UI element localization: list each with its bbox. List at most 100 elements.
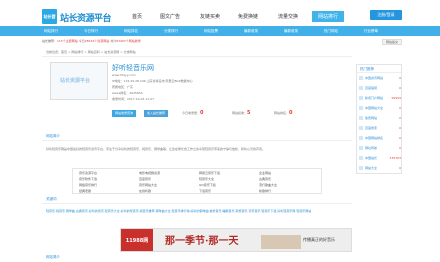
nav-free-link-exchange[interactable]: 免费换链: [238, 13, 258, 20]
logo-mark: 站长营: [42, 9, 57, 24]
sidebar-item-name: 中国站长: [365, 156, 378, 160]
notice-highlight[interactable]: 115个主题网站: [57, 39, 78, 43]
recommend-button[interactable]: 加入站长推荐: [144, 110, 169, 117]
sidebar-item-count: 0: [399, 146, 401, 150]
sidebar-title: 热门推荐: [357, 65, 401, 73]
site-icon: [359, 136, 363, 140]
site-url[interactable]: www.htqyy.com: [112, 73, 136, 77]
notice-highlight[interactable]: 28934个资源网站: [85, 39, 110, 43]
sidebar-item-name: 百度搜索: [365, 126, 378, 130]
keywords-list[interactable]: 轻音乐,纯音乐,钢琴曲,古典音乐,好听的音乐,轻音乐大全,好听的轻音乐,纯音乐推…: [46, 208, 351, 214]
stat-label: 网站排名：: [274, 111, 290, 115]
sidebar-item[interactable]: 新闻门户网站 95959: [359, 95, 401, 103]
subnav-item[interactable]: 网站排行: [44, 29, 58, 34]
thumbnail-label: 站长资源平台: [60, 78, 91, 84]
nav-traffic-exchange[interactable]: 流量交换: [278, 13, 298, 20]
sidebar-hot: 热门推荐 中国资讯网站 0 百度贴吧 0 新闻门户网站 95959 中国网站大全 0 免…: [356, 64, 402, 174]
stat-value: 0: [200, 110, 204, 116]
nav-link-trade[interactable]: 友链买卖: [200, 13, 220, 20]
site-region: 所属地区：广东: [112, 85, 134, 89]
sidebar-item-name: 中国网站大全: [365, 106, 384, 110]
subnav-item[interactable]: 行业榜单: [364, 29, 378, 34]
sidebar-item-name: 中国资讯网站: [365, 76, 384, 80]
notice-text: 站长推荐：: [42, 39, 58, 43]
tag-link[interactable]: 下载音乐: [199, 189, 211, 193]
site-alexa: Alexa排名：2645854: [112, 91, 143, 95]
tag-link[interactable]: 电影电视剧资源: [139, 171, 160, 175]
tag-link[interactable]: 音乐软件下载: [79, 177, 97, 181]
nav-site-ranking[interactable]: 网站排行: [312, 11, 345, 22]
site-icon: [359, 156, 363, 160]
sidebar-item-count: 0: [399, 136, 401, 140]
sidebar-item-count: 0: [399, 126, 401, 130]
intro-heading: 网站简介: [42, 134, 352, 141]
sidebar-item-name: 中国网站排名: [365, 136, 384, 140]
login-button[interactable]: 注册/登录: [370, 10, 402, 20]
tag-link[interactable]: 网易云音乐下载: [199, 171, 220, 175]
notice-bar: 站长推荐：115个主题网站 今日28934个资源网站 共计63963个网站收录 …: [42, 39, 402, 46]
subnav-item[interactable]: 网站投票: [204, 29, 218, 34]
sidebar-item-count: 95959: [391, 96, 401, 100]
footer-heading: 网站简介: [46, 255, 60, 259]
site-icon: [359, 76, 363, 80]
tag-link[interactable]: 百度音乐: [139, 177, 151, 181]
tag-link[interactable]: 轻音乐大全: [199, 177, 214, 181]
site-title[interactable]: 好听轻音乐网: [112, 63, 154, 73]
sidebar-item[interactable]: 中国资讯网站 0: [359, 75, 401, 83]
tag-link[interactable]: QQ音乐下载: [199, 183, 216, 187]
site-logo[interactable]: 站长营 站长资源平台: [42, 9, 112, 25]
sidebar-item[interactable]: 中国网站大全 0: [359, 105, 401, 113]
sidebar-item-name: 新闻门户网站: [365, 96, 384, 100]
sub-navigation: 网站排行 今日排行 网站排名 分类排行 网站投票 最新收录 最新收录 热门网站 …: [0, 26, 440, 36]
sidebar-item-count: 0: [399, 76, 401, 80]
banner-slogan: 那一季节·那一天: [165, 236, 239, 247]
stat-value: 0: [289, 110, 293, 116]
subnav-item[interactable]: 热门网站: [324, 29, 338, 34]
tag-link[interactable]: 在线听歌: [139, 189, 151, 193]
sidebar-item-count: 0: [399, 106, 401, 110]
subnav-item[interactable]: 最新收录: [244, 29, 258, 34]
sidebar-item-count: 0: [399, 116, 401, 120]
tag-link[interactable]: 新歌排行: [259, 189, 271, 193]
subnav-item[interactable]: 今日排行: [84, 29, 98, 34]
sidebar-item[interactable]: 网站大全 0: [359, 165, 401, 173]
tag-link[interactable]: 古典音乐: [259, 177, 271, 181]
sidebar-item[interactable]: 百度贴吧 0: [359, 85, 401, 93]
notice-highlight[interactable]: 63963个网站收录: [116, 39, 141, 43]
stat-label: 网站权重：: [232, 111, 248, 115]
subnav-item[interactable]: 网站排名: [124, 29, 138, 34]
sidebar-item-name: 百度贴吧: [365, 86, 378, 90]
subnav-item[interactable]: 分类排行: [164, 29, 178, 34]
nav-image-ads[interactable]: 图文广告: [160, 13, 180, 20]
tag-link[interactable]: 经典老歌: [79, 189, 91, 193]
stat-today-index: 今日收录量：0: [182, 110, 204, 116]
tag-link[interactable]: 音乐资源平台: [79, 171, 97, 175]
index-query-button[interactable]: 网站收录查询: [112, 110, 137, 117]
site-added-time: 收录时间：2017-10-03 11:27: [112, 97, 155, 101]
submit-site-button[interactable]: 网站提交: [381, 39, 402, 45]
sidebar-item[interactable]: 中国网站排名 0: [359, 135, 401, 143]
site-icon: [359, 96, 363, 100]
sidebar-item[interactable]: 中国站长 335763: [359, 155, 401, 163]
sidebar-item[interactable]: 网址导航 0: [359, 145, 401, 153]
sidebar-item-name: 网站大全: [365, 166, 378, 170]
banner-brand: 11988网: [121, 229, 153, 251]
tag-link[interactable]: 流行歌曲大全: [259, 183, 277, 187]
site-thumbnail[interactable]: 站长资源平台: [50, 62, 108, 100]
tag-link[interactable]: 音乐网站大全: [139, 183, 157, 187]
sidebar-item[interactable]: 免费网站 0: [359, 115, 401, 123]
tag-link[interactable]: 企业网站: [259, 171, 271, 175]
banner-photo: [261, 235, 301, 249]
subnav-item[interactable]: 最新收录: [284, 29, 298, 34]
site-icon: [359, 146, 363, 150]
stat-value: 5: [247, 110, 251, 116]
tag-link[interactable]: 网络音乐排行: [79, 183, 97, 187]
tag-box: 音乐资源平台 电影电视剧资源 网易云音乐下载 企业网站 音乐软件下载 百度音乐 …: [72, 168, 322, 194]
keywords-heading: 关键词: [42, 197, 352, 204]
breadcrumb: 当前位置：首页 > 网站排行 > 网站百科 > 站长资源网 > 分类网站: [42, 50, 352, 57]
logo-text: 站长资源平台: [60, 14, 112, 24]
nav-home[interactable]: 首页: [132, 13, 142, 20]
sidebar-item-count: 0: [399, 86, 401, 90]
ad-banner[interactable]: 11988网 那一季节·那一天 传播真正的好音乐: [120, 228, 352, 252]
sidebar-item[interactable]: 百度搜索 0: [359, 125, 401, 133]
